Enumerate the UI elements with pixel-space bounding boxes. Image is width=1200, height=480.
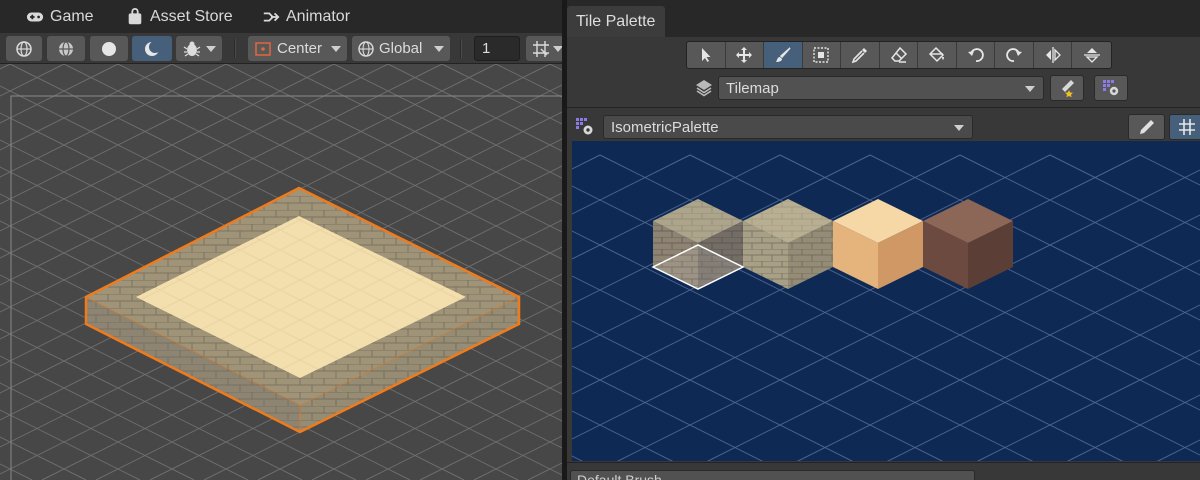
active-tilemap-dropdown[interactable]: Tilemap <box>718 76 1044 100</box>
toolbar-divider <box>234 39 236 58</box>
active-tilemap-label: Tilemap <box>726 79 779 97</box>
tab-tile-palette[interactable]: Tile Palette <box>567 6 665 37</box>
scene-view-panel: Game Asset Store Animator Center Global … <box>0 0 562 480</box>
tab-label: Game <box>50 7 94 25</box>
tab-asset-store[interactable]: Asset Store <box>126 0 233 33</box>
shaded-wireframe-button[interactable] <box>47 36 85 61</box>
palette-tile-grid[interactable] <box>572 141 1200 461</box>
toggle-grid-button[interactable] <box>1169 114 1200 140</box>
move-tool-icon <box>736 47 753 63</box>
tile-tools-toolbar <box>686 41 1112 69</box>
tab-label: Asset Store <box>150 7 233 25</box>
grid-snap-icon <box>533 40 549 57</box>
gamepad-icon <box>26 12 44 21</box>
select-tool-button[interactable] <box>687 42 726 68</box>
rotate-ccw-icon <box>967 48 984 62</box>
section-divider <box>567 107 1200 108</box>
layers-icon <box>696 80 712 97</box>
edit-palette-button[interactable] <box>1128 114 1165 140</box>
paint-brush-button[interactable] <box>764 42 803 68</box>
crescent-icon <box>145 40 161 56</box>
pencil-icon <box>1139 120 1154 134</box>
grid-snap-value-field[interactable]: 1 <box>474 36 520 61</box>
paint-brush-icon <box>775 47 791 62</box>
tile-palette-window: Tile Palette Tilemap IsometricPalette De… <box>567 0 1200 480</box>
wireframe-sphere-icon <box>16 40 32 57</box>
eyedropper-icon <box>851 48 867 64</box>
flip-x-button[interactable] <box>1034 42 1073 68</box>
palette-grid-gear-icon <box>1103 80 1119 96</box>
eraser-icon <box>890 46 907 63</box>
pivot-center-icon <box>255 41 271 56</box>
flip-x-icon <box>1045 47 1061 63</box>
pivot-mode-label: Center <box>277 40 323 57</box>
pivot-rotation-dropdown[interactable]: Global <box>352 36 450 61</box>
debug-draw-mode-button[interactable] <box>176 36 222 61</box>
scene-tab-bar: Game Asset Store Animator <box>0 0 562 33</box>
pivot-rotation-label: Global <box>379 40 423 57</box>
toolbar-divider <box>460 39 462 58</box>
fill-bucket-button[interactable] <box>918 42 957 68</box>
grid-snap-value: 1 <box>482 40 491 57</box>
tab-label: Animator <box>286 7 351 25</box>
grid-snapping-button[interactable] <box>526 36 562 61</box>
scene-toolbar: Center Global 1 <box>0 33 562 64</box>
tab-animator[interactable]: Animator <box>262 0 350 33</box>
chevron-down-icon <box>434 45 444 52</box>
chevron-down-icon <box>331 45 341 52</box>
animator-icon <box>263 12 280 21</box>
grid-icon <box>1179 119 1195 135</box>
tile-palette-focus-button[interactable] <box>1050 75 1084 101</box>
palette-name-label: IsometricPalette <box>611 118 719 136</box>
tab-game[interactable]: Game <box>26 0 94 33</box>
palette-asset-icon <box>576 118 593 135</box>
chevron-down-icon <box>1025 86 1035 92</box>
fill-bucket-icon <box>928 46 945 63</box>
magic-wand-star-icon <box>1062 80 1074 98</box>
pivot-mode-dropdown[interactable]: Center <box>248 36 347 61</box>
flip-y-icon <box>1083 48 1100 63</box>
rotate-ccw-button[interactable] <box>957 42 996 68</box>
move-tool-button[interactable] <box>726 42 765 68</box>
brush-dropdown[interactable]: Default Brush <box>570 470 975 480</box>
shaded-wireframe-sphere-icon <box>59 40 73 57</box>
select-tool-icon <box>701 48 711 62</box>
chevron-down-icon <box>553 45 562 52</box>
globe-icon <box>358 40 374 57</box>
chevron-down-icon <box>206 45 216 52</box>
wireframe-shading-button[interactable] <box>6 36 42 61</box>
rotate-cw-button[interactable] <box>995 42 1034 68</box>
scene-viewport[interactable] <box>0 64 562 480</box>
box-fill-icon <box>813 47 830 63</box>
shopping-bag-icon <box>128 7 142 24</box>
rotate-cw-icon <box>1006 48 1023 62</box>
flip-y-button[interactable] <box>1072 42 1111 68</box>
eraser-button[interactable] <box>880 42 919 68</box>
bug-icon <box>183 41 201 57</box>
unlit-shading-button[interactable] <box>132 36 172 61</box>
tile-palette-settings-button[interactable] <box>1094 75 1128 101</box>
shaded-button[interactable] <box>90 36 128 61</box>
palette-tab-bar: Tile Palette <box>567 0 1200 37</box>
solid-sphere-icon <box>102 41 116 56</box>
eyedropper-button[interactable] <box>841 42 880 68</box>
chevron-down-icon <box>954 125 964 131</box>
palette-selector-dropdown[interactable]: IsometricPalette <box>603 115 973 139</box>
box-fill-button[interactable] <box>803 42 842 68</box>
